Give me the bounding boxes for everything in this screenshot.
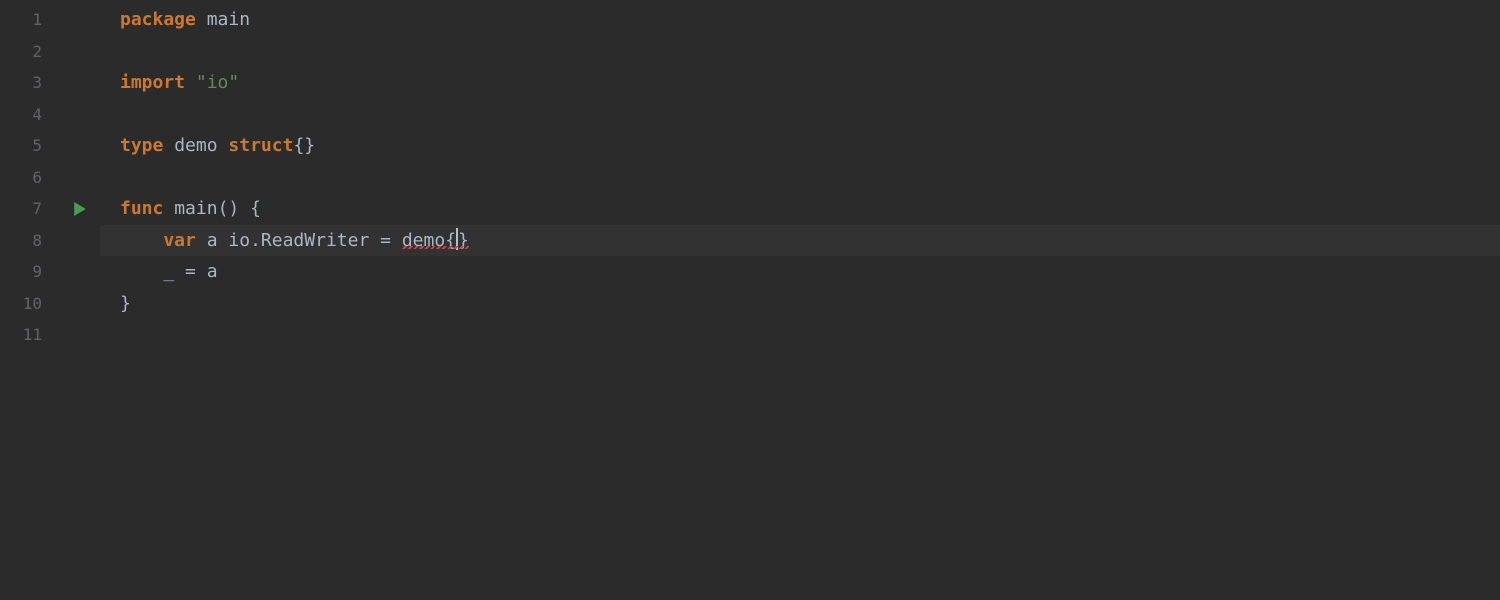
line-number: 5: [0, 130, 60, 162]
line-number: 7: [0, 193, 60, 225]
dot: .: [250, 230, 261, 251]
equals: =: [380, 230, 391, 251]
package-name: main: [207, 9, 250, 30]
line-number-gutter: 1 2 3 4 5 6 7 8 9 10 11: [0, 0, 60, 600]
code-line[interactable]: func main() {: [100, 193, 1500, 225]
type-name: demo: [174, 135, 217, 156]
keyword-import: import: [120, 72, 185, 93]
line-number: 3: [0, 67, 60, 99]
line-number: 8: [0, 225, 60, 257]
lit-close-brace: }: [458, 230, 469, 251]
line-number: 4: [0, 99, 60, 131]
code-line-current[interactable]: var a io.ReadWriter = demo{}: [100, 225, 1500, 257]
close-brace: }: [120, 293, 131, 314]
code-line[interactable]: [100, 162, 1500, 194]
keyword-package: package: [120, 9, 196, 30]
braces: {}: [293, 135, 315, 156]
line-number: 1: [0, 4, 60, 36]
code-line[interactable]: type demo struct{}: [100, 130, 1500, 162]
code-editor[interactable]: 1 2 3 4 5 6 7 8 9 10 11 package main: [0, 0, 1500, 600]
keyword-var: var: [163, 230, 196, 251]
gutter-run-column: [60, 0, 100, 600]
code-line[interactable]: package main: [100, 4, 1500, 36]
line-number: 11: [0, 319, 60, 351]
parens: (): [218, 198, 240, 219]
line-number: 6: [0, 162, 60, 194]
type-readwriter: ReadWriter: [261, 230, 369, 251]
pkg-io: io: [228, 230, 250, 251]
line-number: 10: [0, 288, 60, 320]
line-number: 9: [0, 256, 60, 288]
var-ref: a: [207, 261, 218, 282]
keyword-struct: struct: [228, 135, 293, 156]
lit-open-brace: {: [445, 230, 456, 251]
code-line[interactable]: [100, 36, 1500, 68]
code-line[interactable]: }: [100, 288, 1500, 320]
error-underline: demo{}: [402, 230, 469, 251]
composite-type: demo: [402, 230, 445, 251]
equals: =: [185, 261, 196, 282]
code-line[interactable]: [100, 99, 1500, 131]
func-name: main: [174, 198, 217, 219]
code-line[interactable]: import "io": [100, 67, 1500, 99]
keyword-type: type: [120, 135, 163, 156]
keyword-func: func: [120, 198, 163, 219]
line-number: 2: [0, 36, 60, 68]
code-line[interactable]: [100, 319, 1500, 351]
import-path: "io": [196, 72, 239, 93]
open-brace: {: [250, 198, 261, 219]
code-area[interactable]: package main import "io" type demo struc…: [100, 0, 1500, 600]
var-name: a: [207, 230, 218, 251]
blank-ident: _: [163, 261, 174, 282]
code-line[interactable]: _ = a: [100, 256, 1500, 288]
run-icon[interactable]: [73, 202, 87, 216]
